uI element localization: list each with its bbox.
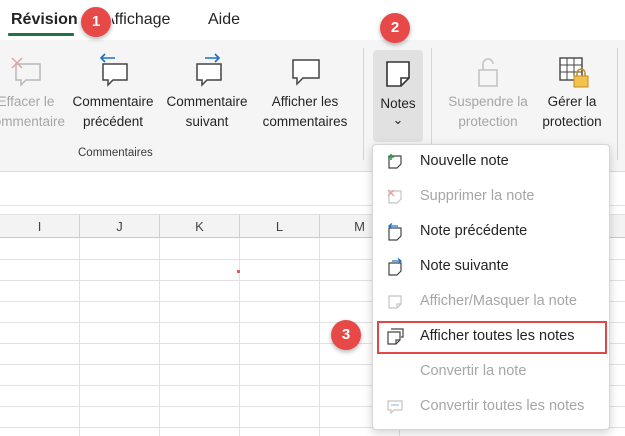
callout-badge-2: 2 <box>380 13 410 43</box>
group-separator <box>363 48 364 160</box>
callout-badge-1: 1 <box>81 7 111 37</box>
notes-dropdown-menu: Nouvelle note Supprimer la note Note pré… <box>372 144 610 430</box>
group-label-comments: Commentaires <box>78 147 153 159</box>
active-tab-indicator <box>8 33 74 36</box>
note-indicator <box>237 270 240 273</box>
chevron-down-icon: ⌄ <box>392 112 404 127</box>
new-note-icon <box>388 154 402 169</box>
tab-affichage[interactable]: Affichage <box>112 11 170 29</box>
next-comment-icon <box>196 53 222 87</box>
previous-note-icon <box>387 223 402 241</box>
menu-item-show-hide-note[interactable]: Afficher/Masquer la note <box>374 286 608 318</box>
menu-item-delete-note[interactable]: Supprimer la note <box>374 181 608 213</box>
menu-item-previous-note[interactable]: Note précédente <box>374 216 608 248</box>
delete-comment-icon <box>11 57 41 87</box>
previous-comment-icon <box>99 53 128 87</box>
convert-all-notes-icon <box>387 400 403 415</box>
tab-aide[interactable]: Aide <box>208 11 240 29</box>
menu-item-convert-note[interactable]: Convertir la note <box>374 356 608 388</box>
notes-button[interactable]: Notes ⌄ <box>373 50 423 142</box>
protected-sheet-icon <box>559 57 589 88</box>
menu-item-convert-all-notes[interactable]: Convertir toutes les notes <box>374 391 608 423</box>
menu-item-new-note[interactable]: Nouvelle note <box>374 146 608 178</box>
unprotect-button[interactable]: Suspendre la protection <box>440 52 536 132</box>
previous-comment-button[interactable]: Commentaire précédent <box>66 52 160 132</box>
column-header-i[interactable]: I <box>0 215 80 239</box>
show-comments-button[interactable]: Afficher les commentaires <box>258 52 352 132</box>
note-icon <box>386 61 410 87</box>
delete-comment-button[interactable]: Effacer le commentaire <box>0 52 66 132</box>
column-header-j[interactable]: J <box>80 215 160 239</box>
column-header-l[interactable]: L <box>240 215 320 239</box>
unlock-icon <box>478 58 498 87</box>
menu-item-next-note[interactable]: Note suivante <box>374 251 608 283</box>
show-comments-icon <box>292 59 320 86</box>
tab-revision[interactable]: Révision <box>11 11 78 29</box>
highlight-box <box>377 321 607 354</box>
group-separator <box>617 48 618 160</box>
delete-note-icon <box>387 189 402 204</box>
manage-protection-button[interactable]: Gérer la protection <box>532 52 612 132</box>
next-note-icon <box>388 258 403 276</box>
column-header-k[interactable]: K <box>160 215 240 239</box>
show-hide-note-icon <box>388 295 402 309</box>
notes-label: Notes <box>380 96 416 111</box>
next-comment-button[interactable]: Commentaire suivant <box>160 52 254 132</box>
callout-badge-3: 3 <box>331 320 361 350</box>
